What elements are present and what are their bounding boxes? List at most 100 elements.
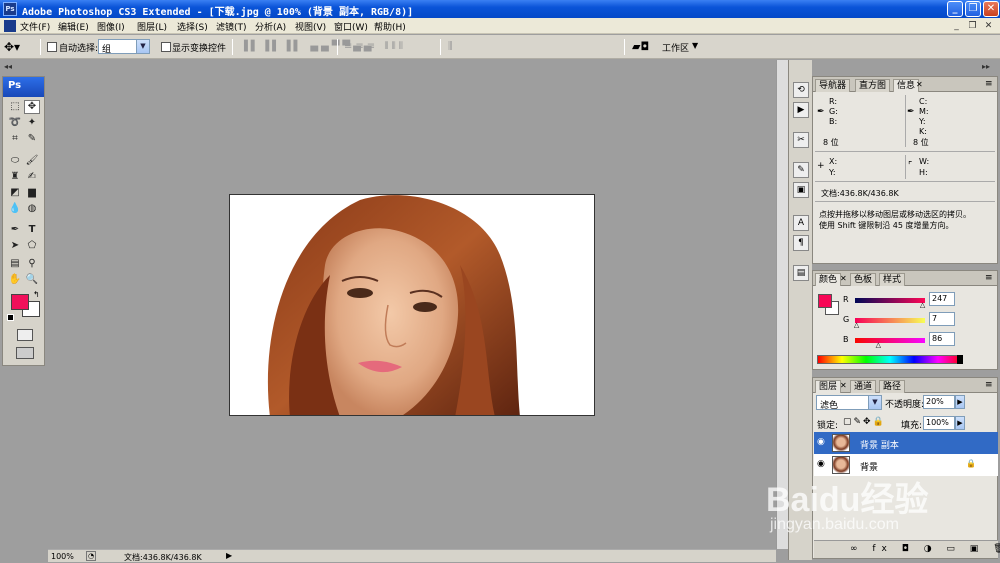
chevron-down-icon[interactable]: ▼ [692, 41, 698, 50]
tab-navigator[interactable]: 导航器 [815, 79, 851, 92]
auto-select-dropdown[interactable]: 组 ▼ [98, 39, 150, 55]
menu-view[interactable]: 视图(V) [295, 20, 326, 33]
tab-swatches[interactable]: 色板 [850, 273, 877, 286]
screen-mode-icon[interactable] [16, 347, 34, 359]
doc-close-button[interactable]: ✕ [982, 20, 995, 32]
history-brush-icon[interactable]: ✍ [24, 170, 40, 184]
blur-tool-icon[interactable]: 💧 [7, 202, 23, 216]
panel-menu-icon[interactable]: ≡ [985, 380, 993, 390]
clone-source-icon[interactable]: ▣ [793, 182, 809, 198]
lock-icons[interactable]: ▢✎✥🔒 [843, 417, 886, 427]
pen-tool-icon[interactable]: ✒ [7, 223, 23, 237]
slider-thumb-icon[interactable]: △ [920, 301, 925, 309]
color-g-slider[interactable] [855, 318, 925, 323]
tab-histogram[interactable]: 直方图 [855, 79, 891, 92]
gradient-tool-icon[interactable]: ▆ [24, 186, 40, 200]
collapse-arrows-icon[interactable]: ◂◂ [4, 62, 12, 71]
brushes-icon[interactable]: ✎ [793, 162, 809, 178]
menu-window[interactable]: 窗口(W) [334, 20, 368, 33]
type-tool-icon[interactable]: T [24, 223, 40, 237]
fill-menu-icon[interactable]: ▶ [955, 416, 965, 430]
healing-brush-icon[interactable]: ⬭ [7, 154, 23, 168]
close-tab-icon[interactable]: ✕ [916, 80, 923, 89]
brush-tool-icon[interactable]: 🖌 [24, 154, 40, 168]
zoom-tool-icon[interactable]: 🔍 [24, 273, 40, 287]
menu-file[interactable]: 文件(F) [20, 20, 50, 33]
expand-arrows-icon[interactable]: ▸▸ [982, 62, 990, 71]
eyedropper-icon[interactable]: ⚲ [24, 257, 40, 271]
tab-paths[interactable]: 路径 [879, 380, 906, 393]
doc-minimize-button[interactable]: _ [950, 20, 963, 32]
crop-tool-icon[interactable]: ⌗ [7, 132, 23, 146]
path-select-icon[interactable]: ➤ [7, 239, 23, 253]
lasso-tool-icon[interactable]: ➰ [7, 116, 23, 130]
paragraph-icon[interactable]: ¶ [793, 235, 809, 251]
menu-edit[interactable]: 编辑(E) [58, 20, 89, 33]
panel-menu-icon[interactable]: ≡ [985, 79, 993, 89]
opacity-value[interactable]: 20% [923, 395, 955, 409]
menu-image[interactable]: 图像(I) [97, 20, 125, 33]
tab-layers[interactable]: 图层 [815, 380, 842, 393]
hand-tool-icon[interactable]: ✋ [7, 273, 23, 287]
menu-select[interactable]: 选择(S) [177, 20, 208, 33]
move-tool-icon[interactable]: ✥ [24, 100, 40, 114]
eye-icon[interactable]: ◉ [817, 437, 829, 447]
close-tab-icon[interactable]: ✕ [840, 274, 847, 283]
show-transform-checkbox[interactable] [161, 42, 171, 52]
layer-actions-icons[interactable]: ∞ fx ◘ ◑ ▭ ▣ 🗑 [850, 544, 1000, 554]
document-canvas[interactable] [229, 194, 595, 416]
marquee-tool-icon[interactable]: ⬚ [7, 100, 23, 114]
shape-tool-icon[interactable]: ⬠ [24, 239, 40, 253]
foreground-color-swatch[interactable] [11, 294, 29, 310]
eraser-tool-icon[interactable]: ◩ [7, 186, 23, 200]
camera-icon[interactable]: ▰◘ [632, 40, 649, 53]
default-colors-icon[interactable] [7, 314, 14, 321]
layer-comps-icon[interactable]: ▤ [793, 265, 809, 281]
menu-help[interactable]: 帮助(H) [374, 20, 406, 33]
maximize-button[interactable]: ❐ [965, 1, 981, 17]
color-r-value[interactable]: 247 [929, 292, 955, 306]
color-g-value[interactable]: 7 [929, 312, 955, 326]
close-button[interactable]: ✕ [983, 1, 999, 17]
spectrum-black-swatch[interactable] [957, 355, 963, 364]
actions-icon[interactable]: ▶ [793, 102, 809, 118]
menu-layer[interactable]: 图层(L) [137, 20, 167, 33]
swap-colors-icon[interactable]: ↰ [33, 290, 40, 299]
slice-tool-icon[interactable]: ✎ [24, 132, 40, 146]
color-b-slider[interactable] [855, 338, 925, 343]
character-icon[interactable]: A [793, 215, 809, 231]
opacity-menu-icon[interactable]: ▶ [955, 395, 965, 409]
close-tab-icon[interactable]: ✕ [840, 381, 847, 390]
move-tool-icon[interactable]: ✥▾ [4, 40, 20, 54]
status-menu-icon[interactable]: ▶ [226, 551, 232, 560]
color-b-value[interactable]: 86 [929, 332, 955, 346]
status-icon[interactable]: ◔ [86, 551, 96, 561]
tool-presets-icon[interactable]: ✂ [793, 132, 809, 148]
magic-wand-icon[interactable]: ✦ [24, 116, 40, 130]
history-icon[interactable]: ⟲ [793, 82, 809, 98]
workspace-label[interactable]: 工作区 [662, 41, 689, 54]
menu-analysis[interactable]: 分析(A) [255, 20, 286, 33]
auto-align-icon[interactable]: ⫼ [448, 41, 456, 53]
tab-channels[interactable]: 通道 [850, 380, 877, 393]
zoom-level[interactable]: 100% [51, 552, 74, 561]
distribute-buttons-icon[interactable]: ≡≡≡ ⫴⫴⫴ [344, 41, 406, 53]
menu-filter[interactable]: 滤镜(T) [216, 20, 247, 33]
color-spectrum-bar[interactable] [817, 355, 963, 364]
quick-mask-icon[interactable] [17, 329, 33, 341]
doc-restore-button[interactable]: ❐ [966, 20, 979, 32]
minimize-button[interactable]: _ [947, 1, 963, 17]
layer-row[interactable]: ◉ 背景 副本 [814, 432, 998, 454]
clone-stamp-icon[interactable]: ♜ [7, 170, 23, 184]
slider-thumb-icon[interactable]: △ [854, 321, 859, 329]
blend-mode-dropdown[interactable]: 滤色 ▼ [816, 395, 882, 411]
color-r-slider[interactable] [855, 298, 925, 303]
color-foreground-swatch[interactable] [818, 294, 832, 308]
tab-styles[interactable]: 样式 [879, 273, 906, 286]
auto-select-checkbox[interactable] [47, 42, 57, 52]
fill-value[interactable]: 100% [923, 416, 955, 430]
eye-icon[interactable]: ◉ [817, 459, 829, 469]
notes-tool-icon[interactable]: ▤ [7, 257, 23, 271]
tab-color[interactable]: 颜色 [815, 273, 842, 286]
dodge-tool-icon[interactable]: ◍ [24, 202, 40, 216]
